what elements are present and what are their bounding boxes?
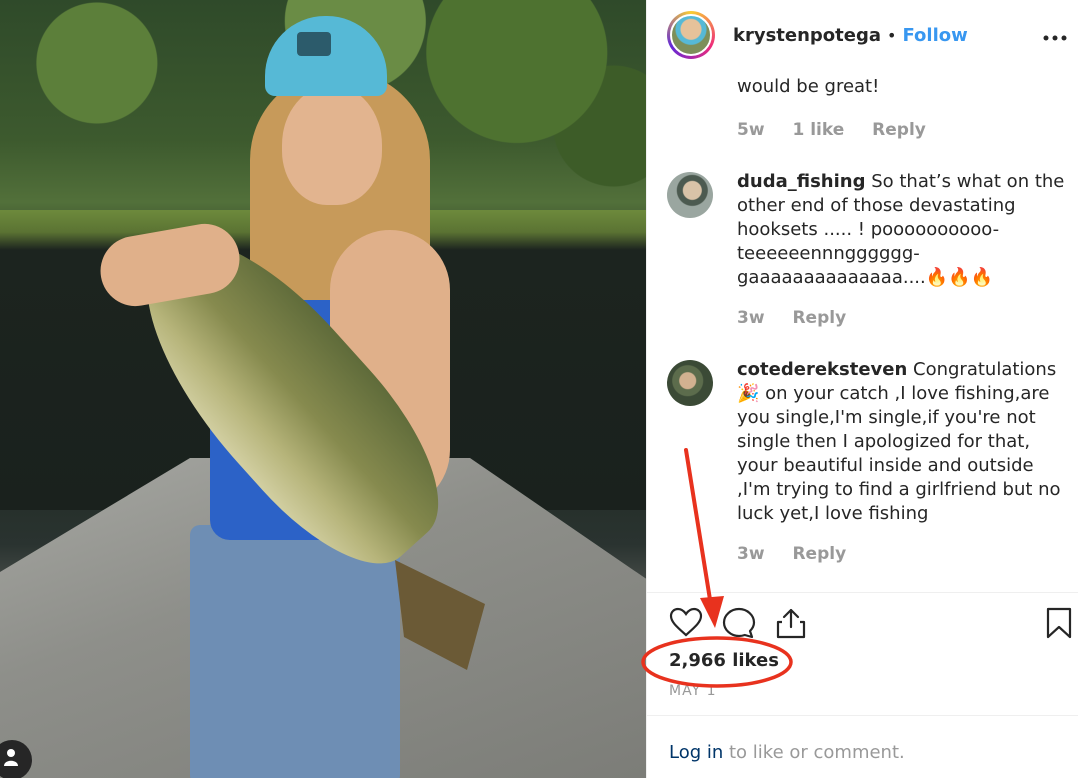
reply-button[interactable]: Reply xyxy=(872,120,926,140)
comment-time: 3w xyxy=(737,308,765,328)
photo-face xyxy=(282,85,382,205)
login-suffix: to like or comment. xyxy=(723,742,905,763)
header-dot: • xyxy=(887,25,897,45)
truncated-comment-text: would be great! xyxy=(737,76,880,97)
reply-button[interactable]: Reply xyxy=(792,544,846,564)
commenter-username[interactable]: duda_fishing xyxy=(737,171,865,192)
post-date: MAY 1 xyxy=(669,683,717,699)
heart-icon[interactable] xyxy=(669,607,703,641)
bookmark-icon[interactable] xyxy=(1045,607,1073,643)
share-icon[interactable] xyxy=(775,607,807,643)
commenter-avatar[interactable] xyxy=(667,360,713,406)
post-photo[interactable] xyxy=(0,0,646,778)
comment-meta: 3w Reply xyxy=(737,544,868,564)
post-header: krystenpotega • Follow xyxy=(647,0,1078,70)
comment-text: duda_fishing So that’s what on the other… xyxy=(737,170,1067,290)
follow-button[interactable]: Follow xyxy=(902,25,967,46)
commenter-username[interactable]: cotedereksteven xyxy=(737,359,907,380)
likes-count[interactable]: 2,966 likes xyxy=(669,650,779,671)
comments-list[interactable]: would be great! 5w 1 like Reply duda_fis… xyxy=(647,70,1078,592)
photo-jeans xyxy=(190,525,400,778)
comment-time: 5w xyxy=(737,120,765,140)
action-bar xyxy=(647,592,1078,652)
author-avatar[interactable] xyxy=(667,11,715,59)
login-link[interactable]: Log in xyxy=(669,742,723,763)
post-side-panel: krystenpotega • Follow would be great! 5… xyxy=(646,0,1078,778)
comment-time: 3w xyxy=(737,544,765,564)
comment-meta: 3w Reply xyxy=(737,308,868,328)
more-options-icon[interactable] xyxy=(1043,22,1067,47)
comment-body: Congratulations 🎉 on your catch ,I love … xyxy=(737,359,1061,524)
login-prompt: Log in to like or comment. xyxy=(647,715,1078,778)
commenter-avatar[interactable] xyxy=(667,172,713,218)
comment-text: cotedereksteven Congratulations 🎉 on you… xyxy=(737,358,1067,526)
comment-icon[interactable] xyxy=(722,607,756,643)
comment-meta: 5w 1 like Reply xyxy=(737,120,948,140)
cap-logo xyxy=(297,32,331,56)
reply-button[interactable]: Reply xyxy=(792,308,846,328)
comment-like-count[interactable]: 1 like xyxy=(792,120,844,140)
author-username[interactable]: krystenpotega xyxy=(733,25,881,46)
